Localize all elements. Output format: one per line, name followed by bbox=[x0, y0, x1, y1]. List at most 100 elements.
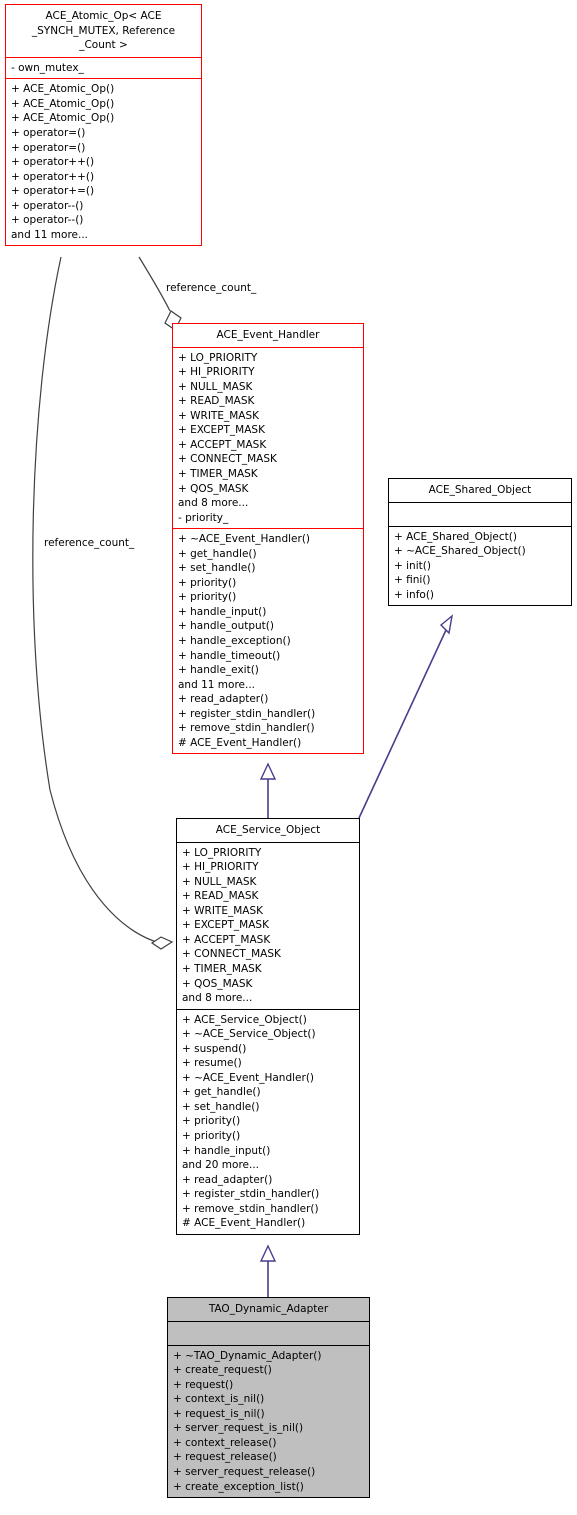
class-box-ace-atomic-op[interactable]: ACE_Atomic_Op< ACE _SYNCH_MUTEX, Referen… bbox=[5, 4, 202, 247]
member-row: + QOS_MASK bbox=[178, 482, 249, 495]
member-row: + operator=() bbox=[11, 141, 86, 154]
member-row: + context_release() bbox=[173, 1436, 277, 1449]
member-row: + ACCEPT_MASK bbox=[182, 933, 271, 946]
member-row: + LO_PRIORITY bbox=[182, 846, 262, 859]
member-row: + EXCEPT_MASK bbox=[178, 424, 265, 437]
member-row: and 11 more... bbox=[178, 678, 256, 691]
member-row: + server_request_is_nil() bbox=[173, 1422, 304, 1435]
member-row: + operator--() bbox=[11, 214, 84, 227]
member-row: # ACE_Event_Handler() bbox=[182, 1217, 306, 1230]
class-box-tao-dynamic-adapter[interactable]: TAO_Dynamic_Adapter + ~TAO_Dynamic_Adapt… bbox=[167, 1297, 370, 1499]
member-row: + CONNECT_MASK bbox=[178, 453, 277, 466]
member-row: + remove_stdin_handler() bbox=[178, 722, 315, 735]
member-row: + register_stdin_handler() bbox=[182, 1188, 320, 1201]
member-row: + CONNECT_MASK bbox=[182, 948, 281, 961]
member-row: + ACCEPT_MASK bbox=[178, 438, 267, 451]
member-row: + request_is_nil() bbox=[173, 1407, 265, 1420]
member-row: + ACE_Atomic_Op() bbox=[11, 112, 115, 125]
member-row: + ~ACE_Event_Handler() bbox=[182, 1071, 315, 1084]
attributes-ace-service-object: + LO_PRIORITY + HI_PRIORITY + NULL_MASK + R… bbox=[177, 843, 359, 1009]
member-row: + operator--() bbox=[11, 199, 84, 212]
member-row: and 11 more... bbox=[11, 228, 89, 241]
operations-tao-dynamic-adapter: + ~TAO_Dynamic_Adapter() + create_request… bbox=[168, 1346, 369, 1497]
member-row: + NULL_MASK bbox=[182, 875, 257, 888]
member-row: + remove_stdin_handler() bbox=[182, 1202, 319, 1215]
uml-class-diagram: reference_count_ reference_count_ ACE_At… bbox=[0, 0, 577, 1515]
member-row: + ~TAO_Dynamic_Adapter() bbox=[173, 1349, 322, 1362]
operations-ace-shared-object: + ACE_Shared_Object() + ~ACE_Shared_Objec… bbox=[389, 527, 571, 606]
operations-ace-event-handler: + ~ACE_Event_Handler() + get_handle() + se… bbox=[173, 529, 363, 753]
member-row: + NULL_MASK bbox=[178, 380, 253, 393]
edge-label-reference-count-service-object: reference_count_ bbox=[44, 537, 135, 549]
class-title-ace-service-object: ACE_Service_Object bbox=[215, 824, 321, 836]
member-row: + operator+=() bbox=[11, 185, 95, 198]
member-row: + TIMER_MASK bbox=[178, 467, 258, 480]
member-row: + QOS_MASK bbox=[182, 977, 253, 990]
member-row: + create_exception_list() bbox=[173, 1480, 304, 1493]
class-box-ace-service-object[interactable]: ACE_Service_Object + LO_PRIORITY + HI_PRI… bbox=[176, 818, 360, 1235]
member-row: + handle_exception() bbox=[178, 634, 291, 647]
member-row: + server_request_release() bbox=[173, 1465, 316, 1478]
member-row: + operator++() bbox=[11, 156, 95, 169]
member-row: + EXCEPT_MASK bbox=[182, 919, 269, 932]
member-row: + info() bbox=[394, 588, 435, 601]
member-row: + ACE_Atomic_Op() bbox=[11, 97, 115, 110]
member-row: + get_handle() bbox=[178, 547, 257, 560]
member-row: + fini() bbox=[394, 574, 431, 587]
class-title-ace-shared-object: ACE_Shared_Object bbox=[428, 484, 532, 496]
member-row: # ACE_Event_Handler() bbox=[178, 736, 302, 749]
member-row: and 8 more... bbox=[178, 497, 249, 510]
member-row: + ~ACE_Event_Handler() bbox=[178, 533, 311, 546]
member-row: + priority() bbox=[182, 1115, 241, 1128]
inheritance-edge-tao-to-service-object bbox=[259, 1244, 277, 1297]
operations-ace-service-object: + ACE_Service_Object() + ~ACE_Service_Obj… bbox=[177, 1010, 359, 1234]
member-row: - own_mutex_ bbox=[11, 61, 84, 74]
member-row: + ~ACE_Service_Object() bbox=[182, 1028, 316, 1041]
member-row: + ACE_Shared_Object() bbox=[394, 530, 517, 543]
member-row: + WRITE_MASK bbox=[182, 904, 264, 917]
member-row: + READ_MASK bbox=[182, 890, 259, 903]
attributes-ace-atomic-op: - own_mutex_ bbox=[6, 58, 201, 79]
class-box-ace-shared-object[interactable]: ACE_Shared_Object + ACE_Shared_Object() +… bbox=[388, 478, 572, 607]
member-row: + init() bbox=[394, 559, 431, 572]
inheritance-edge-service-to-event-handler bbox=[259, 762, 277, 818]
member-row: + request_release() bbox=[173, 1451, 277, 1464]
attributes-ace-event-handler: + LO_PRIORITY + HI_PRIORITY + NULL_MASK + R… bbox=[173, 348, 363, 529]
member-row: + READ_MASK bbox=[178, 395, 255, 408]
member-row: + handle_input() bbox=[178, 605, 267, 618]
operations-ace-atomic-op: + ACE_Atomic_Op() + ACE_Atomic_Op() + ACE_… bbox=[6, 79, 201, 245]
member-row: and 20 more... bbox=[182, 1159, 260, 1172]
inheritance-edge-service-to-shared-object bbox=[358, 614, 454, 819]
member-row: + WRITE_MASK bbox=[178, 409, 260, 422]
member-row: + handle_timeout() bbox=[178, 649, 281, 662]
class-title-ace-atomic-op: ACE_Atomic_Op< ACE _SYNCH_MUTEX, Referen… bbox=[31, 10, 176, 52]
member-row: + priority() bbox=[178, 576, 237, 589]
member-row: + ~ACE_Shared_Object() bbox=[394, 545, 526, 558]
member-row: + HI_PRIORITY bbox=[178, 366, 255, 379]
member-row: + HI_PRIORITY bbox=[182, 861, 259, 874]
member-row: + ACE_Service_Object() bbox=[182, 1013, 307, 1026]
attributes-ace-shared-object bbox=[389, 503, 571, 526]
member-row: + handle_input() bbox=[182, 1144, 271, 1157]
aggregation-edge-service-object bbox=[32, 256, 174, 950]
member-row: + set_handle() bbox=[178, 562, 256, 575]
member-row: + read_adapter() bbox=[178, 693, 269, 706]
member-row: + LO_PRIORITY bbox=[178, 351, 258, 364]
member-row: + ACE_Atomic_Op() bbox=[11, 83, 115, 96]
member-row: + create_request() bbox=[173, 1364, 272, 1377]
member-row: + context_is_nil() bbox=[173, 1393, 265, 1406]
edge-label-reference-count-event-handler: reference_count_ bbox=[166, 282, 257, 294]
member-row: + suspend() bbox=[182, 1042, 247, 1055]
member-row: + priority() bbox=[182, 1129, 241, 1142]
member-row: + TIMER_MASK bbox=[182, 962, 262, 975]
member-row: + operator=() bbox=[11, 126, 86, 139]
member-row: + request() bbox=[173, 1378, 234, 1391]
member-row: + read_adapter() bbox=[182, 1173, 273, 1186]
member-row: + set_handle() bbox=[182, 1100, 260, 1113]
class-title-ace-event-handler: ACE_Event_Handler bbox=[216, 329, 320, 341]
class-title-tao-dynamic-adapter: TAO_Dynamic_Adapter bbox=[208, 1303, 329, 1315]
member-row: + register_stdin_handler() bbox=[178, 707, 316, 720]
member-row: + handle_exit() bbox=[178, 664, 259, 677]
class-box-ace-event-handler[interactable]: ACE_Event_Handler + LO_PRIORITY + HI_PRIO… bbox=[172, 323, 364, 755]
member-row: + handle_output() bbox=[178, 620, 274, 633]
